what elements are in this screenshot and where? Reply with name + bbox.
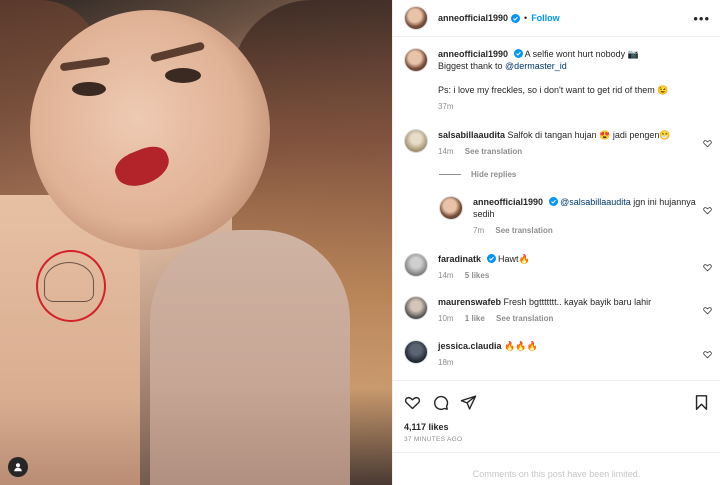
comment-meta: 14m 5 likes xyxy=(438,270,712,282)
reply-username[interactable]: anneofficial1990 xyxy=(473,197,543,207)
tattoo-highlight-circle xyxy=(36,250,106,322)
caption-text: Ps: i love my freckles, so i don't want … xyxy=(438,85,669,95)
caption: anneofficial1990 A selfie wont hurt nobo… xyxy=(404,48,712,113)
like-heart-icon[interactable] xyxy=(404,394,421,411)
comment-meta: 18m xyxy=(438,357,712,369)
caption-text: A selfie wont hurt nobody 📷 xyxy=(524,49,639,59)
comment-item: maurenswafeb Fresh bgttttttt.. kayak bay… xyxy=(404,296,712,325)
comment-time[interactable]: 18m xyxy=(438,358,454,367)
post-side-panel: anneofficial1990 • Follow ••• anneoffici… xyxy=(392,0,720,485)
user-icon xyxy=(14,463,22,472)
comment-item: salsabillaaudita Salfok di tangan hujan … xyxy=(404,129,712,158)
comment-meta: 10m 1 like See translation xyxy=(438,313,712,325)
reply-meta: 7m See translation xyxy=(473,225,712,237)
verified-badge-icon xyxy=(548,197,558,206)
like-comment-heart-icon[interactable] xyxy=(703,206,712,215)
action-icons-group xyxy=(404,394,477,411)
verified-badge-icon xyxy=(511,13,521,23)
caption-text: Biggest thank to xyxy=(438,61,506,71)
verified-badge-icon xyxy=(513,49,523,58)
post-likes-count[interactable]: 4,117 likes xyxy=(404,422,449,432)
comment-text: Salfok di tangan hujan 😍 jadi pengen😁 xyxy=(507,130,671,140)
hide-replies-label: Hide replies xyxy=(471,170,517,179)
commenter-avatar[interactable] xyxy=(404,253,428,277)
comment-text: 🔥🔥🔥 xyxy=(504,341,538,351)
comment-text: Fresh bgttttttt.. kayak bayik baru lahir xyxy=(503,297,652,307)
like-comment-heart-icon[interactable] xyxy=(703,263,712,272)
like-comment-heart-icon[interactable] xyxy=(703,350,712,359)
photo-face xyxy=(30,10,270,250)
hide-replies-line xyxy=(439,174,461,175)
comment-username[interactable]: maurenswafeb xyxy=(438,297,501,307)
comments-list[interactable]: anneofficial1990 A selfie wont hurt nobo… xyxy=(393,37,720,380)
separator-dot: • xyxy=(524,13,528,23)
comment-item: faradinatk Hawt🔥 14m 5 likes xyxy=(404,253,712,282)
see-translation-link[interactable]: See translation xyxy=(495,226,552,235)
like-comment-heart-icon[interactable] xyxy=(703,306,712,315)
photo-eye xyxy=(72,82,106,96)
save-bookmark-icon[interactable] xyxy=(693,394,710,411)
comment-username[interactable]: jessica.claudia xyxy=(438,341,502,351)
photo-shirt xyxy=(150,230,350,485)
commenter-avatar[interactable] xyxy=(404,296,428,320)
post-photo[interactable] xyxy=(0,0,392,485)
photo-eye xyxy=(165,68,201,83)
hide-replies-button[interactable]: Hide replies xyxy=(439,170,516,179)
comment-time[interactable]: 14m xyxy=(438,147,454,156)
commenter-avatar[interactable] xyxy=(404,340,428,364)
comment-icon[interactable] xyxy=(432,394,449,411)
verified-badge-icon xyxy=(486,254,496,263)
author-avatar[interactable] xyxy=(404,6,428,30)
comment-time[interactable]: 14m xyxy=(438,271,454,280)
comment-time[interactable]: 10m xyxy=(438,314,454,323)
caption-meta: 37m xyxy=(438,101,712,113)
caption-time[interactable]: 37m xyxy=(438,102,454,111)
comment-meta: 14m See translation xyxy=(438,146,712,158)
comment-likes-count[interactable]: 5 likes xyxy=(465,271,489,280)
comment-text: Hawt🔥 xyxy=(498,254,530,264)
caption-username[interactable]: anneofficial1990 xyxy=(438,49,508,59)
author-username[interactable]: anneofficial1990 xyxy=(438,13,508,23)
see-translation-link[interactable]: See translation xyxy=(496,314,553,323)
reply-author-avatar[interactable] xyxy=(439,196,463,220)
post-actions: 4,117 likes 37 MINUTES AGO Comments on t… xyxy=(393,380,720,485)
see-translation-link[interactable]: See translation xyxy=(465,147,522,156)
more-options-icon[interactable]: ••• xyxy=(693,11,710,26)
tagged-people-button[interactable] xyxy=(8,457,28,477)
comment-username[interactable]: salsabillaaudita xyxy=(438,130,505,140)
reply-time[interactable]: 7m xyxy=(473,226,484,235)
post-header: anneofficial1990 • Follow ••• xyxy=(393,0,720,37)
comment-likes-count[interactable]: 1 like xyxy=(465,314,485,323)
reply-item: anneofficial1990 @salsabillaaudita jgn i… xyxy=(439,196,712,237)
reply-mention-link[interactable]: @salsabillaaudita xyxy=(560,197,631,207)
commenter-avatar[interactable] xyxy=(404,129,428,153)
share-icon[interactable] xyxy=(460,394,477,411)
like-comment-heart-icon[interactable] xyxy=(703,139,712,148)
author-avatar[interactable] xyxy=(404,48,428,72)
comment-item: jessica.claudia 🔥🔥🔥 18m xyxy=(404,340,712,369)
post-time-ago[interactable]: 37 MINUTES AGO xyxy=(404,436,462,443)
comment-username[interactable]: faradinatk xyxy=(438,254,481,264)
caption-mention-link[interactable]: @dermaster_id xyxy=(505,61,567,71)
follow-button[interactable]: Follow xyxy=(531,13,560,23)
comments-limited-notice: Comments on this post have been limited. xyxy=(393,452,720,479)
